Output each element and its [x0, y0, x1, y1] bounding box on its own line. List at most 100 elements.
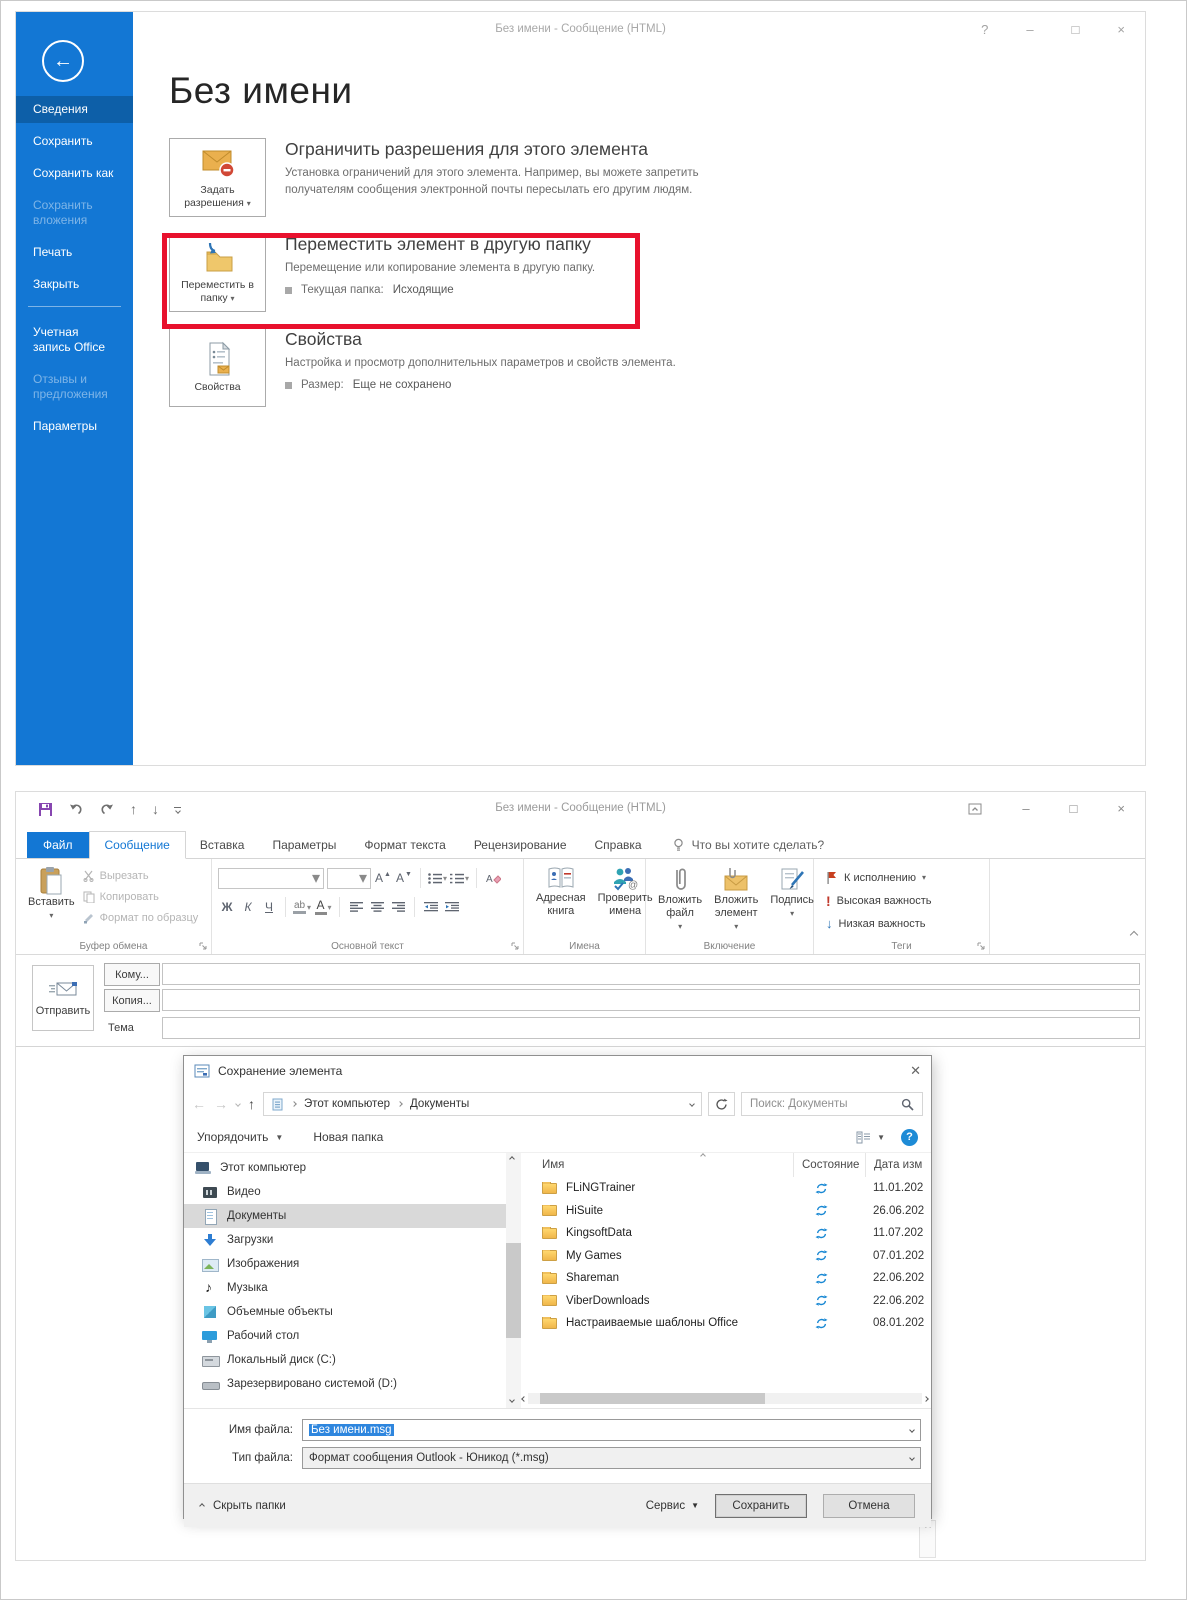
file-row[interactable]: ViberDownloads — [521, 1290, 931, 1313]
breadcrumb-this-pc[interactable]: Этот компьютер — [304, 1098, 390, 1110]
hide-folders-button[interactable]: Скрыть папки — [200, 1500, 286, 1512]
customize-qat-icon[interactable] — [174, 805, 181, 813]
tree-item[interactable]: Видео — [184, 1180, 506, 1204]
tab-file[interactable]: Файл — [27, 832, 89, 858]
paste-button[interactable]: Вставить ▾ — [22, 864, 81, 937]
tab-insert[interactable]: Вставка — [186, 832, 259, 858]
breadcrumb-dropdown-icon[interactable] — [689, 1101, 695, 1107]
tell-me-box[interactable]: Что вы хотите сделать? — [672, 838, 825, 858]
dialog-launcher-icon[interactable] — [511, 942, 520, 951]
properties-button[interactable]: Свойства — [169, 328, 266, 407]
organize-button[interactable]: Упорядочить▼ — [197, 1130, 283, 1144]
tree-item[interactable]: Рабочий стол — [184, 1324, 506, 1348]
redo-icon[interactable] — [99, 802, 115, 816]
underline-button[interactable]: Ч — [260, 897, 278, 917]
tab-options[interactable]: Параметры — [258, 832, 350, 858]
nav-item-save[interactable]: Сохранить — [16, 128, 133, 155]
scroll-up-icon[interactable] — [509, 1156, 515, 1162]
view-mode-button[interactable]: ▼ — [856, 1131, 885, 1144]
nav-up-icon[interactable]: ↑ — [248, 1096, 255, 1112]
close-button[interactable]: × — [1117, 22, 1125, 37]
bullets-button[interactable]: ▾ — [428, 868, 447, 888]
move-to-folder-button[interactable]: Переместить в папку ▾ — [169, 233, 266, 312]
nav-back-icon[interactable]: ← — [192, 1096, 206, 1112]
scroll-right-icon[interactable] — [923, 1396, 929, 1402]
search-box[interactable]: Поиск: Документы — [741, 1092, 923, 1116]
help-icon[interactable]: ? — [901, 1129, 918, 1146]
align-left-button[interactable] — [347, 897, 365, 917]
low-importance-button[interactable]: ↓ Низкая важность — [826, 914, 932, 933]
grow-font-button[interactable]: А▲ — [374, 868, 392, 888]
file-row[interactable]: FLiNGTrainer — [521, 1177, 931, 1200]
tree-item[interactable]: Документы — [184, 1204, 506, 1228]
clear-formatting-button[interactable]: А — [484, 868, 502, 888]
back-button[interactable]: ← — [42, 40, 84, 82]
tree-item[interactable]: Музыка — [184, 1276, 506, 1300]
nav-item-office-account[interactable]: Учетная запись Office — [16, 319, 133, 361]
nav-item-close[interactable]: Закрыть — [16, 271, 133, 298]
tree-item[interactable]: Загрузки — [184, 1228, 506, 1252]
tab-format-text[interactable]: Формат текста — [350, 832, 459, 858]
signature-button[interactable]: Подпись ▾ — [764, 864, 820, 937]
combo-dropdown-icon[interactable] — [909, 1455, 915, 1461]
tab-message[interactable]: Сообщение — [89, 831, 186, 859]
file-row[interactable]: Shareman 22 — [521, 1267, 931, 1290]
tree-item[interactable]: Зарезервировано системой (D:) — [184, 1372, 506, 1396]
move-up-icon[interactable]: ↑ — [130, 801, 137, 817]
breadcrumb-documents[interactable]: Документы — [410, 1098, 469, 1110]
highlight-button[interactable]: ab▾ — [293, 897, 311, 917]
subject-field[interactable] — [162, 1017, 1140, 1039]
increase-indent-button[interactable] — [443, 897, 461, 917]
undo-icon[interactable] — [68, 802, 84, 816]
maximize-button[interactable]: □ — [1072, 22, 1080, 37]
combo-dropdown-icon[interactable] — [909, 1427, 915, 1433]
scroll-down-icon[interactable] — [509, 1397, 515, 1403]
file-name-combo[interactable]: Без имени.msg — [302, 1419, 921, 1441]
address-book-button[interactable]: Адресная книга — [530, 864, 592, 937]
minimize-button[interactable]: – — [1026, 22, 1033, 37]
file-type-combo[interactable]: Формат сообщения Outlook - Юникод (*.msg… — [302, 1447, 921, 1469]
minimize-button[interactable]: – — [1022, 801, 1029, 816]
italic-button[interactable]: К — [239, 897, 257, 917]
send-button[interactable]: Отправить — [32, 965, 94, 1031]
tab-review[interactable]: Рецензирование — [460, 832, 581, 858]
cc-button[interactable]: Копия... — [104, 989, 160, 1012]
set-permissions-button[interactable]: Задать разрешения ▾ — [169, 138, 266, 217]
column-date[interactable]: Дата изм — [865, 1153, 931, 1177]
align-right-button[interactable] — [389, 897, 407, 917]
bold-button[interactable]: Ж — [218, 897, 236, 917]
refresh-button[interactable] — [708, 1092, 735, 1116]
tree-item[interactable]: Этот компьютер — [184, 1156, 506, 1180]
save-button[interactable]: Сохранить — [715, 1494, 807, 1518]
close-button[interactable]: × — [1117, 801, 1125, 816]
attach-item-button[interactable]: Вложить элемент ▾ — [708, 864, 764, 937]
tree-scrollbar[interactable] — [506, 1153, 521, 1408]
nav-item-save-as[interactable]: Сохранить как — [16, 160, 133, 187]
ribbon-display-options-icon[interactable] — [968, 803, 982, 815]
tree-item[interactable]: Объемные объекты — [184, 1300, 506, 1324]
dialog-launcher-icon[interactable] — [199, 942, 208, 951]
to-button[interactable]: Кому... — [104, 963, 160, 986]
file-row[interactable]: Настраиваемые шаблоны Office — [521, 1312, 931, 1335]
list-horizontal-scrollbar[interactable] — [522, 1391, 928, 1406]
high-importance-button[interactable]: ! Высокая важность — [826, 891, 932, 910]
font-family-combo[interactable]: ▾ — [218, 868, 324, 889]
new-folder-button[interactable]: Новая папка — [313, 1130, 383, 1144]
save-icon[interactable] — [38, 802, 53, 817]
attach-file-button[interactable]: Вложить файл ▾ — [652, 864, 708, 937]
nav-item-print[interactable]: Печать — [16, 239, 133, 266]
to-field[interactable] — [162, 963, 1140, 985]
cc-field[interactable] — [162, 989, 1140, 1011]
scrollbar-thumb[interactable] — [506, 1243, 521, 1338]
nav-forward-icon[interactable]: → — [214, 1096, 228, 1112]
font-color-button[interactable]: А▾ — [314, 897, 332, 917]
breadcrumb[interactable]: Этот компьютер Документы — [263, 1092, 702, 1116]
dialog-close-icon[interactable]: ✕ — [910, 1063, 921, 1079]
column-name[interactable]: Имя — [521, 1159, 793, 1171]
move-down-icon[interactable]: ↓ — [152, 801, 159, 817]
column-status[interactable]: Состояние — [793, 1153, 865, 1177]
nav-history-icon[interactable] — [235, 1101, 241, 1107]
tree-item[interactable]: Изображения — [184, 1252, 506, 1276]
decrease-indent-button[interactable] — [422, 897, 440, 917]
font-size-combo[interactable]: ▾ — [327, 868, 371, 889]
